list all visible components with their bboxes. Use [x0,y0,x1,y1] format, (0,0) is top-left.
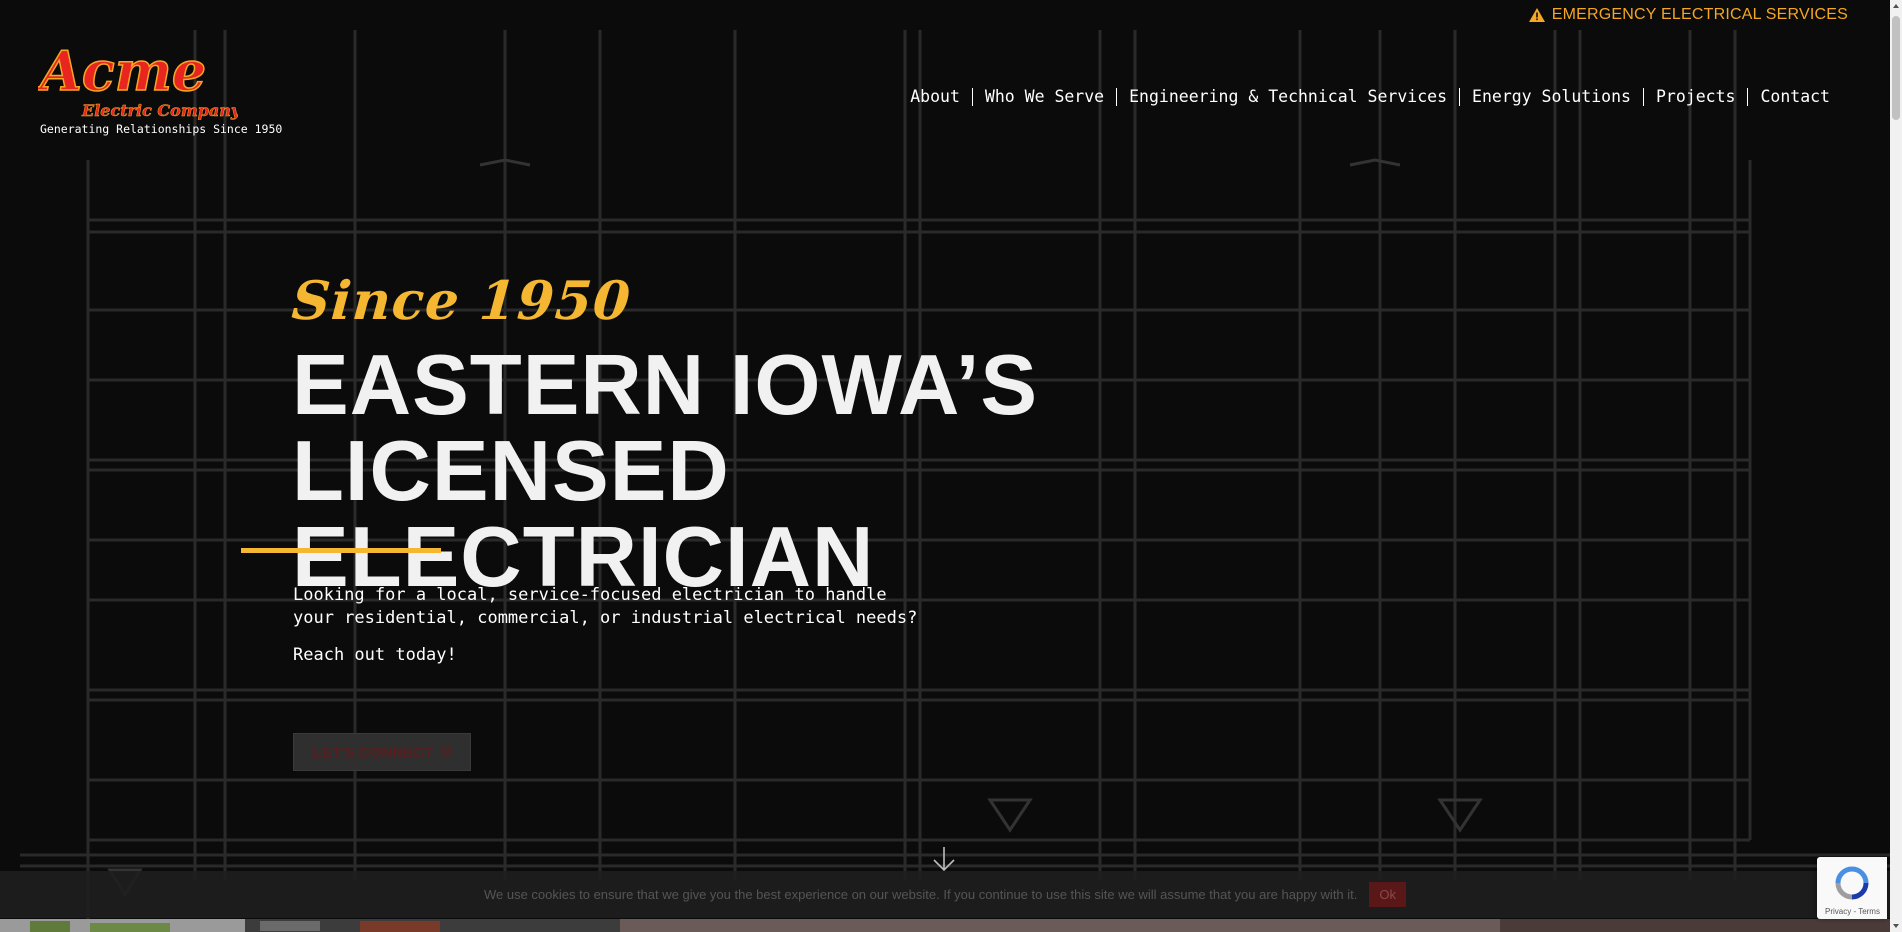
logo-sub-text: Electric Company [81,101,238,120]
nav-item-energy-solutions[interactable]: Energy Solutions [1460,86,1643,108]
hero-headline: EASTERN IOWA’S LICENSED ELECTRICIAN [292,343,1492,601]
plug-icon [441,746,451,758]
cta-label: LET'S CONNECT [312,743,434,761]
acme-logo-mark: Acme Electric Company [38,40,238,120]
hero-lead-text: Looking for a local, service-focused ele… [293,585,918,628]
page-scrollbar[interactable] [1890,0,1902,932]
nav-item-who-we-serve[interactable]: Who We Serve [973,86,1116,108]
since-heading: Since 1950 [289,270,634,332]
nav-item-engineering[interactable]: Engineering & Technical Services [1117,86,1459,108]
cookie-banner: We use cookies to ensure that we give yo… [0,871,1890,918]
headline-line-1: EASTERN IOWA’S LICENSED [292,338,1039,519]
scrollbar-thumb[interactable] [1892,16,1900,120]
lets-connect-button[interactable]: LET'S CONNECT [293,733,471,771]
nav-item-contact[interactable]: Contact [1748,86,1842,108]
cookie-message: We use cookies to ensure that we give yo… [483,887,1358,902]
main-nav: About Who We Serve Engineering & Technic… [898,86,1842,108]
cookie-ok-button[interactable]: Ok [1369,882,1407,907]
logo-brand-text: Acme [38,40,206,103]
recaptcha-badge[interactable]: Privacy - Terms [1817,857,1887,919]
nav-item-projects[interactable]: Projects [1644,86,1747,108]
hero-reach-text: Reach out today! [293,645,457,665]
site-logo[interactable]: Acme Electric Company Generating Relatio… [38,40,282,140]
bottom-image-strip [0,918,1890,932]
scroll-down-icon[interactable] [1893,924,1899,928]
emergency-services-link[interactable]: EMERGENCY ELECTRICAL SERVICES [1528,6,1848,24]
warning-icon [1528,8,1545,22]
recaptcha-icon [1835,866,1869,900]
scroll-up-icon[interactable] [1893,4,1899,8]
recaptcha-links[interactable]: Privacy - Terms [1825,907,1880,916]
emergency-label: EMERGENCY ELECTRICAL SERVICES [1551,6,1848,23]
accent-rule [241,548,441,553]
logo-tagline: Generating Relationships Since 1950 [40,122,283,136]
nav-item-about[interactable]: About [898,86,972,108]
scroll-down-arrow-icon[interactable] [930,845,958,873]
